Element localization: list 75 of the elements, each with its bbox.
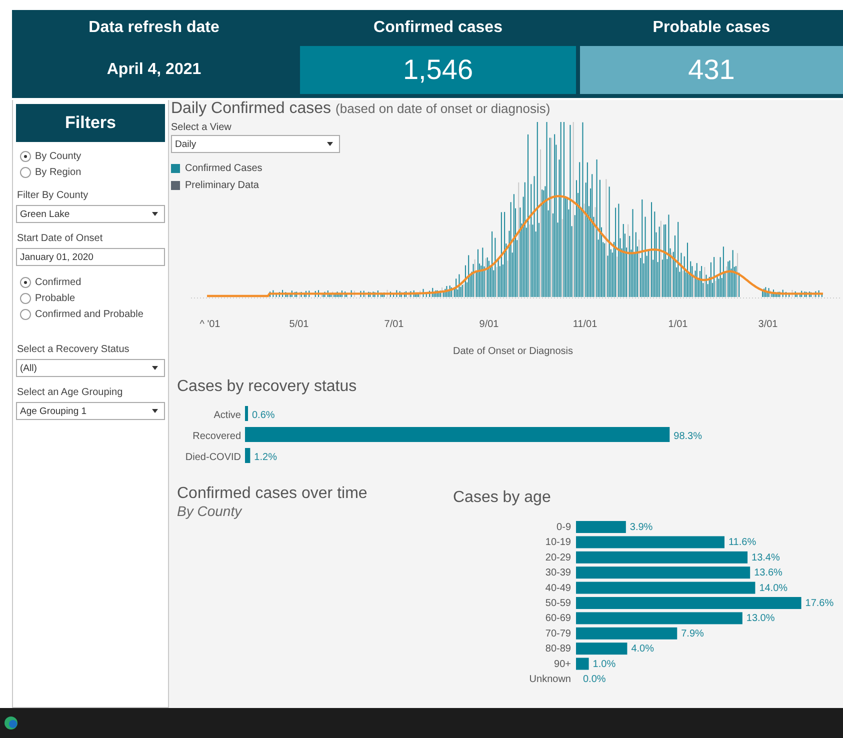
value-label: 0.6% <box>252 410 275 421</box>
axis-tick-label: 9/01 <box>479 319 499 330</box>
kpi-label: Data refresh date <box>88 18 220 38</box>
app-icon[interactable] <box>4 716 18 730</box>
category-label: 50-59 <box>545 598 571 609</box>
section-title: Cases by age <box>453 489 552 507</box>
category-label: 10-19 <box>545 537 571 548</box>
category-label: Died-COVID <box>185 452 241 463</box>
category-label: 70-79 <box>545 628 571 640</box>
view-label: Select a View <box>171 122 232 133</box>
axis-tick-label: 5/01 <box>289 319 309 330</box>
axis-tick-label: 3/01 <box>758 319 778 330</box>
radio-option[interactable]: Probable <box>16 290 165 306</box>
axis-tick-label: ^ '01 <box>200 319 220 330</box>
field-label: Select a Recovery Status <box>16 344 130 355</box>
axis-tick-label: 7/01 <box>384 319 404 330</box>
view-dropdown[interactable]: Daily <box>171 135 340 153</box>
kpi-label: Confirmed cases <box>372 18 504 38</box>
age-dropdown[interactable]: Age Grouping 1 <box>16 402 165 420</box>
field-label: Start Date of Onset <box>16 233 104 244</box>
axis-tick-label: 11/01 <box>572 319 598 330</box>
category-label: Active <box>214 410 241 421</box>
section-title: Confirmed cases over time <box>177 485 368 503</box>
caret-icon <box>152 212 158 216</box>
section-title: Cases by recovery status <box>177 378 358 396</box>
value-label: 1.0% <box>592 658 616 670</box>
axis-tick-label: 1/01 <box>668 319 688 330</box>
value-label: 4.0% <box>631 644 654 655</box>
kpi-value: 431 <box>580 46 843 94</box>
axis-title: Date of Onset or Diagnosis <box>452 346 574 357</box>
category-label: Recovered <box>192 431 241 442</box>
caret-icon <box>327 142 333 146</box>
category-label: 60-69 <box>545 613 571 624</box>
category-label: 90+ <box>554 658 571 670</box>
county-dropdown[interactable]: Green Lake <box>16 205 165 223</box>
radio-option[interactable]: Confirmed <box>16 274 165 290</box>
legend-label: Confirmed Cases <box>185 163 262 174</box>
kpi-value: April 4, 2021 <box>106 60 202 80</box>
category-label: 20-29 <box>545 552 571 564</box>
value-label: 7.9% <box>681 628 704 640</box>
value-label: 98.3% <box>674 431 702 442</box>
legend-label: Preliminary Data <box>185 180 259 191</box>
value-label: 17.6% <box>805 598 834 609</box>
kpi-value: 1,546 <box>300 46 576 94</box>
value-label: 0.0% <box>583 674 606 685</box>
bar <box>245 448 250 463</box>
value-label: 13.0% <box>746 613 775 624</box>
value-label: 3.9% <box>630 522 653 533</box>
kpi-label: Probable cases <box>652 18 772 38</box>
value-label: 1.2% <box>254 452 277 463</box>
category-label: 30-39 <box>545 568 571 579</box>
category-label: Unknown <box>529 674 571 685</box>
caret-icon <box>152 366 158 370</box>
value-label: 14.0% <box>759 582 788 594</box>
bar <box>576 521 626 533</box>
bar <box>576 642 628 655</box>
caret-icon <box>152 409 158 413</box>
field-label: Filter By County <box>16 190 90 201</box>
category-label: 0-9 <box>556 522 571 533</box>
radio-option[interactable]: Confirmed and Probable <box>16 306 165 322</box>
bar <box>576 658 589 670</box>
recovery-dropdown[interactable]: (All) <box>16 359 165 377</box>
radio-option[interactable]: By Region <box>16 164 165 180</box>
filters-title: Filters <box>16 104 165 142</box>
bar <box>245 406 248 421</box>
value-label: 11.6% <box>728 537 756 548</box>
radio-option[interactable]: By County <box>16 148 165 164</box>
category-label: 80-89 <box>545 644 571 655</box>
category-label: 40-49 <box>545 582 571 594</box>
chart-title: Daily Confirmed cases (based on date of onset or diagnosis) <box>171 100 552 118</box>
value-label: 13.6% <box>754 568 782 579</box>
field-label: Select an Age Grouping <box>16 387 124 398</box>
section-subtitle: By County <box>177 503 244 519</box>
date-field[interactable]: January 01, 2020 <box>16 248 165 266</box>
value-label: 13.4% <box>752 552 780 564</box>
